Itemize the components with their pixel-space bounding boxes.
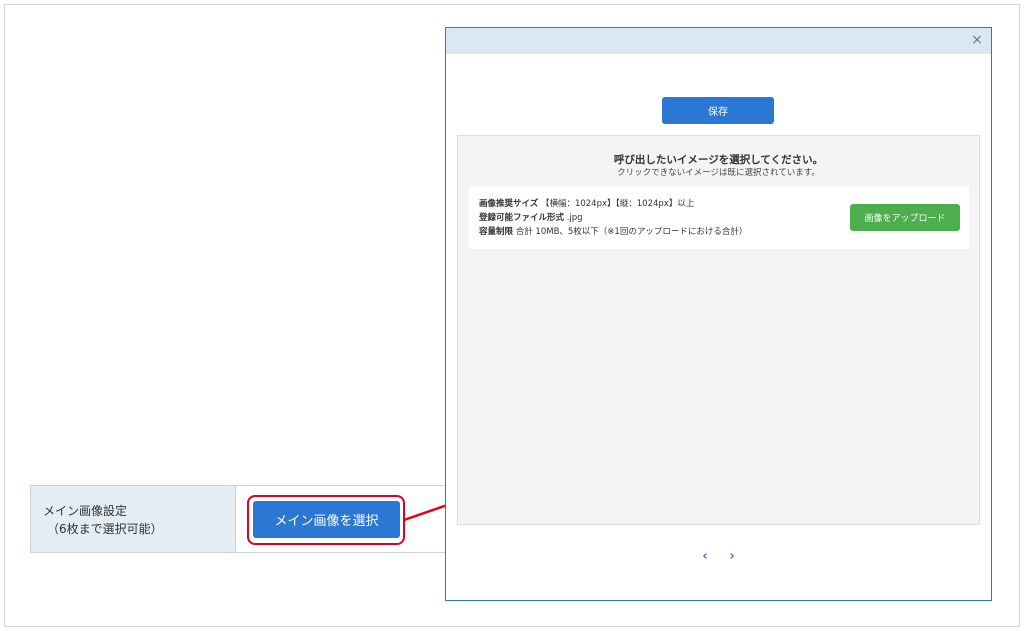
limit-value: 合計 10MB、5枚以下（※1回のアップロードにおける合計） [515, 227, 748, 237]
limit-label: 容量制限 [479, 227, 514, 237]
format-info: 登録可能ファイル形式 .jpg [479, 211, 583, 223]
format-value: .jpg [566, 213, 583, 223]
size-info: 画像推奨サイズ 【横幅：1024px】【縦：1024px】以上 [479, 197, 694, 209]
format-label: 登録可能ファイル形式 [479, 213, 565, 223]
panel-title: 呼び出したいイメージを選択してください。 [613, 154, 824, 166]
save-button[interactable]: 保存 [662, 97, 774, 124]
limit-info: 容量制限 合計 10MB、5枚以下（※1回のアップロードにおける合計） [479, 225, 747, 237]
size-label: 画像推奨サイズ [479, 199, 539, 209]
chevron-right-icon[interactable]: › [725, 548, 739, 566]
close-icon[interactable]: × [969, 31, 985, 49]
main-image-setting-label: メイン画像設定 （6枚まで選択可能） [31, 486, 236, 552]
panel-subtitle: クリックできないイメージは既に選択されています。 [617, 168, 820, 178]
image-select-modal: × 保存 呼び出したいイメージを選択してください。 クリックできないイメージは既… [445, 27, 992, 601]
upload-info-box: 画像推奨サイズ 【横幅：1024px】【縦：1024px】以上 登録可能ファイル… [469, 186, 969, 249]
image-gallery-panel: 呼び出したいイメージを選択してください。 クリックできないイメージは既に選択され… [457, 135, 980, 525]
label-sub: （6枚まで選択可能） [47, 522, 163, 536]
upload-image-button[interactable]: 画像をアップロード [850, 204, 960, 231]
size-value: 【横幅：1024px】【縦：1024px】以上 [540, 199, 695, 209]
label-main: メイン画像設定 [43, 504, 128, 518]
chevron-left-icon[interactable]: ‹ [698, 548, 712, 566]
select-main-image-button[interactable]: メイン画像を選択 [253, 501, 400, 538]
modal-header: × [446, 28, 991, 54]
